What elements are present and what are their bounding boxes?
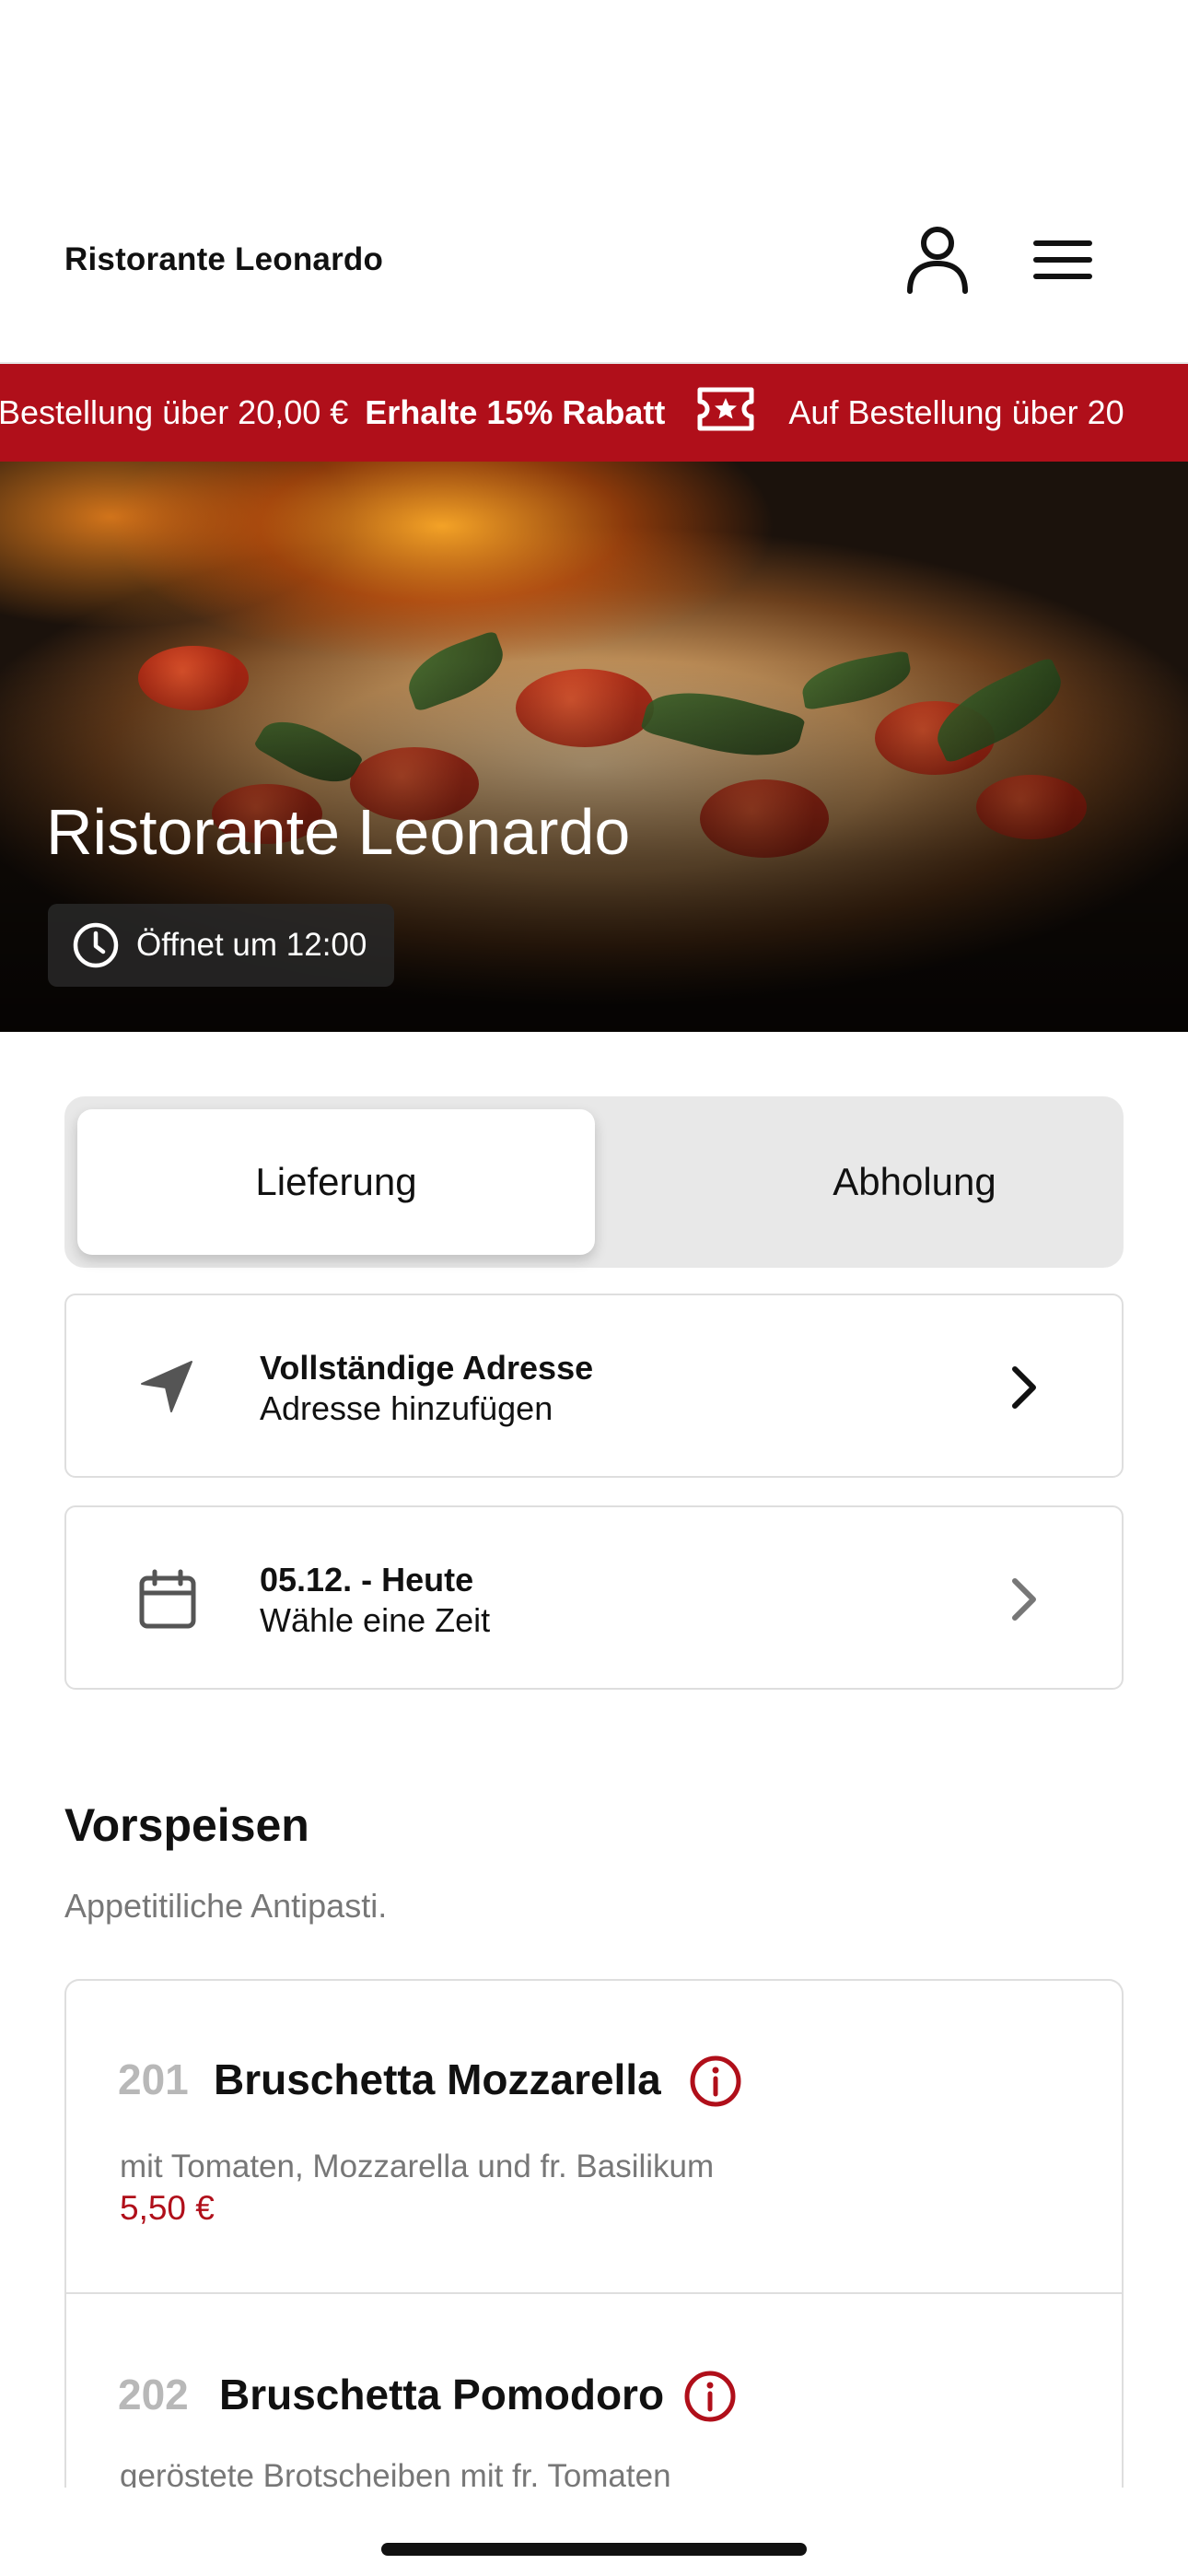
opening-status-badge: Öffnet um 12:00	[48, 904, 395, 987]
menu-item[interactable]: 201 Bruschetta Mozzarella mit Tomaten, M…	[66, 1981, 1122, 2294]
hamburger-menu-icon	[1033, 240, 1092, 279]
item-number: 202	[118, 2371, 189, 2418]
promo-text-tail: Auf Bestellung über 20	[788, 393, 1124, 431]
brand-name[interactable]: Ristorante Leonardo	[64, 241, 383, 278]
tab-pickup[interactable]: Abholung	[656, 1109, 1173, 1255]
info-icon[interactable]	[683, 2370, 737, 2423]
menu-item[interactable]: 202 Bruschetta Pomodoro geröstete Brotsc…	[66, 2294, 1122, 2488]
promo-banner: f Bestellung über 20,00 € Erhalte 15% Ra…	[0, 364, 1188, 462]
item-name: Bruschetta Pomodoro	[219, 2371, 665, 2418]
account-button[interactable]	[899, 221, 976, 299]
chevron-right-icon	[996, 1572, 1052, 1627]
hero-image: Ristorante Leonardo Öffnet um 12:00	[0, 462, 1188, 1032]
time-selector[interactable]: 05.12. - Heute Wähle eine Zeit	[64, 1505, 1124, 1690]
tab-delivery[interactable]: Lieferung	[77, 1109, 595, 1255]
item-description: geröstete Brotscheiben mit fr. Tomaten	[120, 2458, 671, 2488]
item-name: Bruschetta Mozzarella	[214, 2055, 661, 2103]
clock-icon	[72, 921, 120, 969]
promo-text-lead: f Bestellung über 20,00 €	[0, 393, 349, 431]
menu-button[interactable]	[1024, 221, 1101, 299]
section-title: Vorspeisen	[64, 1799, 309, 1851]
address-selector[interactable]: Vollständige Adresse Adresse hinzufügen	[64, 1294, 1124, 1478]
ticket-star-icon	[696, 386, 755, 440]
item-number: 201	[118, 2055, 189, 2103]
promo-text-bold: Erhalte 15% Rabatt	[365, 393, 666, 431]
home-indicator	[381, 2543, 807, 2556]
app-header: Ristorante Leonardo	[0, 0, 1188, 364]
menu-list: 201 Bruschetta Mozzarella mit Tomaten, M…	[64, 1979, 1124, 2488]
chevron-right-icon	[996, 1360, 1052, 1415]
opening-status-text: Öffnet um 12:00	[136, 927, 367, 963]
location-arrow-icon	[131, 1351, 204, 1424]
address-title: Vollständige Adresse	[260, 1349, 594, 1387]
user-icon	[907, 227, 968, 294]
info-icon[interactable]	[689, 2055, 742, 2108]
item-price: 5,50 €	[120, 2189, 215, 2227]
time-subtitle: Wähle eine Zeit	[260, 1601, 491, 1639]
calendar-icon	[131, 1563, 204, 1636]
promo-marquee: f Bestellung über 20,00 € Erhalte 15% Ra…	[0, 364, 1124, 462]
date-title: 05.12. - Heute	[260, 1561, 474, 1598]
order-mode-toggle: Lieferung Abholung	[64, 1096, 1124, 1268]
section-subtitle: Appetitiliche Antipasti.	[64, 1887, 388, 1925]
address-subtitle: Adresse hinzufügen	[260, 1389, 553, 1427]
hero-title: Ristorante Leonardo	[46, 796, 631, 868]
item-description: mit Tomaten, Mozzarella und fr. Basiliku…	[120, 2149, 715, 2184]
